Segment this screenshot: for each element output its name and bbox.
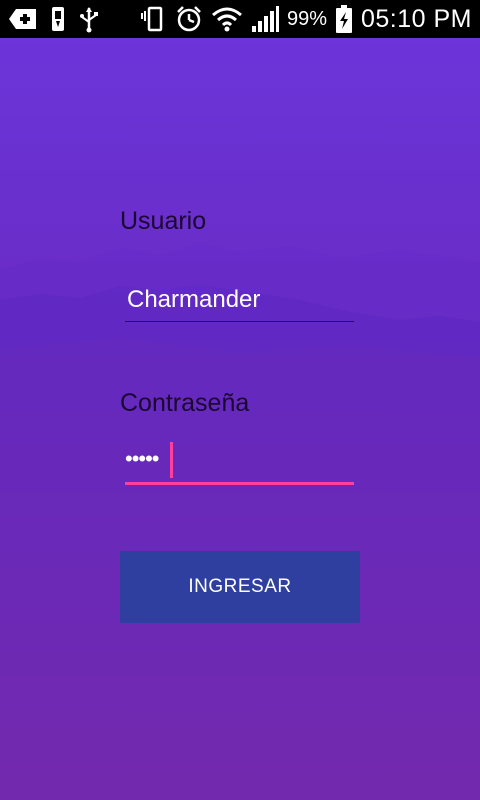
status-bar: 99% 05:10 PM [0,0,480,38]
username-label: Usuario [120,207,207,235]
battery-charging-icon [335,4,353,34]
login-screen: 99% 05:10 PM Usuario Charmander Contrase… [0,0,480,800]
password-underline [125,482,354,485]
usb-storage-icon [48,4,68,34]
battery-percent: 99% [286,7,327,30]
clock: 05:10 PM [360,4,472,33]
password-field[interactable]: ••••• [125,440,355,486]
text-cursor [170,442,173,478]
wifi-icon [211,4,243,34]
alarm-icon [175,4,203,34]
username-value: Charmander [127,286,261,313]
password-label: Contraseña [120,389,250,417]
usb-icon [78,4,100,34]
username-field[interactable]: Charmander [125,280,355,324]
username-underline [125,321,354,322]
login-button[interactable]: INGRESAR [120,551,360,623]
vibrate-icon [140,4,167,34]
password-value: ••••• [125,446,160,471]
signal-icon [251,4,279,34]
add-box-icon [8,4,38,34]
